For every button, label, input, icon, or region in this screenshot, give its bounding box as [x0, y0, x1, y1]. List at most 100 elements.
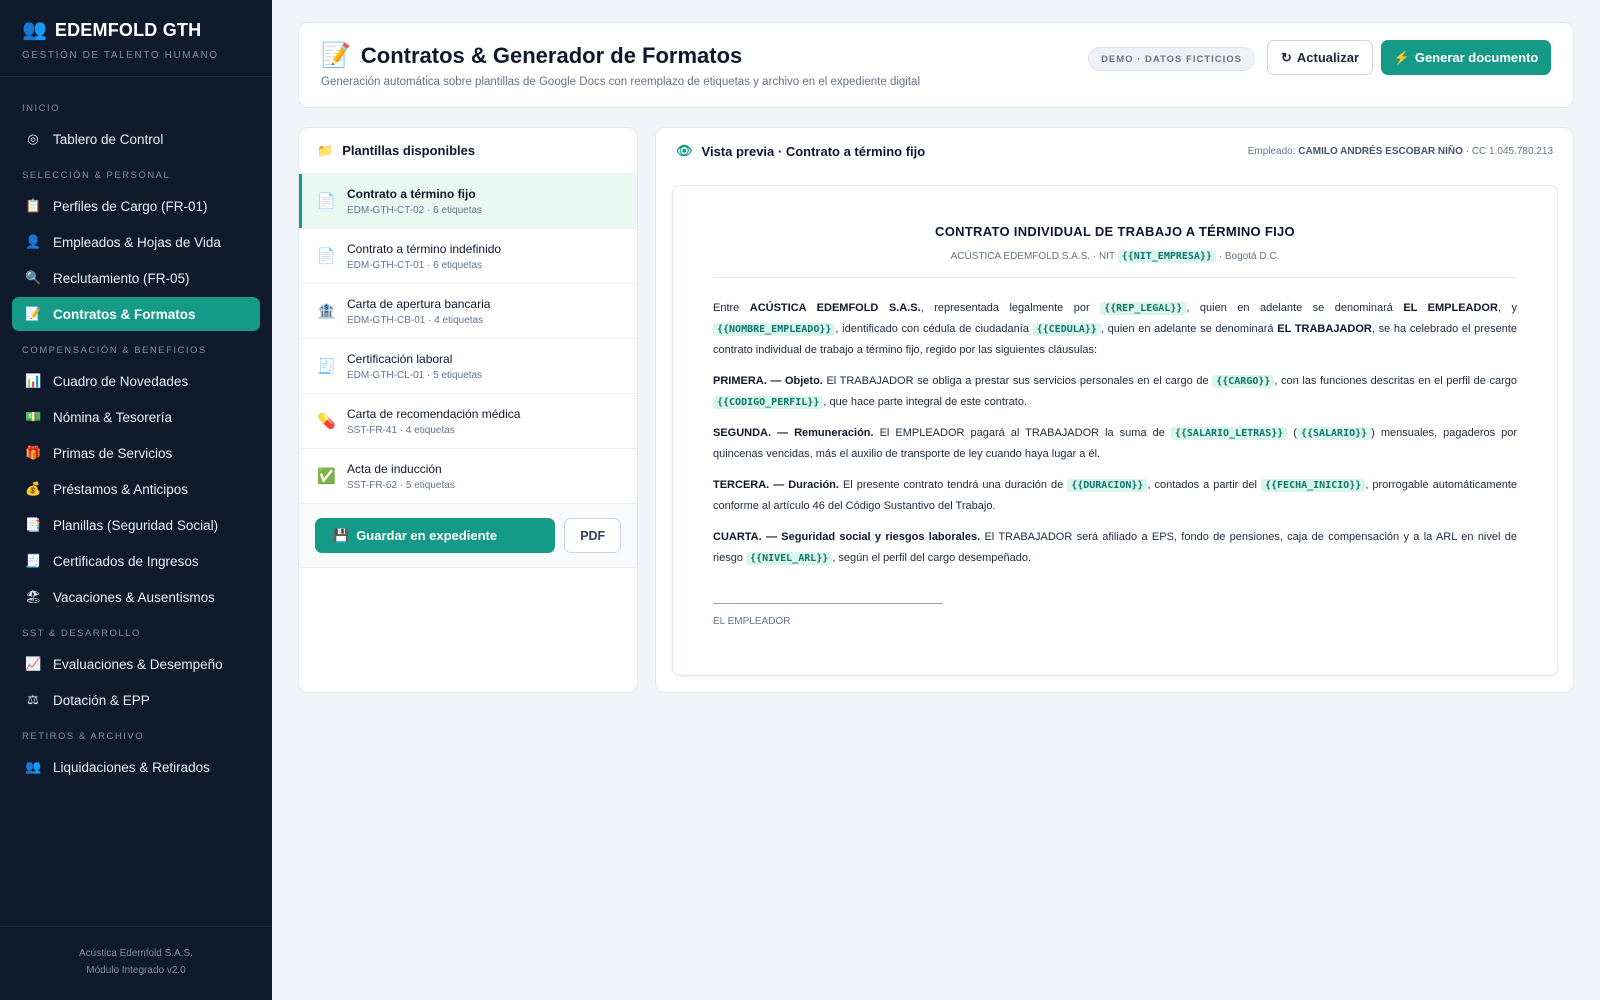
sidebar-item-label: Tablero de Control — [53, 131, 164, 147]
template-name: Carta de recomendación médica — [347, 406, 521, 421]
generate-label: Generar documento — [1414, 50, 1539, 65]
page-subtitle: Generación automática sobre plantillas d… — [321, 76, 920, 88]
employee-name: CAMILO ANDRÉS ESCOBAR NIÑO — [1298, 145, 1463, 157]
sidebar-item-label: Contratos & Formatos — [53, 306, 196, 322]
sidebar-item-nomina[interactable]: 💵 Nómina & Tesorería — [12, 400, 260, 434]
sidebar-item-liquidaciones[interactable]: 👥 Liquidaciones & Retirados — [12, 750, 260, 784]
template-meta: SST-FR-62 · 5 etiquetas — [347, 479, 455, 491]
template-item-carta-bancaria[interactable]: 🏦 Carta de apertura bancaria EDM-GTH-CB-… — [299, 284, 637, 339]
search-icon: 🔍 — [25, 270, 42, 285]
sidebar-item-label: Perfiles de Cargo (FR-01) — [53, 198, 208, 214]
clause-segunda: SEGUNDA. — Remuneración. El EMPLEADOR pa… — [713, 427, 1518, 460]
template-meta: EDM-GTH-CT-01 · 6 etiquetas — [347, 259, 483, 271]
template-name: Certificación laboral — [347, 351, 453, 366]
tag-duracion: {{DURACION}} — [1067, 479, 1148, 492]
money-bag-icon: 💰 — [25, 481, 42, 496]
city-line: · Bogotá D.C. — [1218, 251, 1280, 262]
template-name: Acta de inducción — [347, 461, 442, 476]
sidebar-item-reclutamiento[interactable]: 🔍 Reclutamiento (FR-05) — [12, 261, 260, 295]
tag-cargo: {{CARGO}} — [1212, 375, 1275, 388]
template-item-contrato-fijo[interactable]: 📄 Contrato a término fijo EDM-GTH-CT-02 … — [299, 174, 637, 229]
signature-label: EL EMPLEADOR — [713, 616, 791, 627]
tag-salario-letras: {{SALARIO_LETRAS}} — [1170, 427, 1288, 440]
document-subtitle: ACÚSTICA EDEMFOLD S.A.S. · NIT {{NIT_EMP… — [713, 250, 1517, 263]
document-icon: 📄 — [317, 193, 336, 210]
bank-icon: 🏦 — [317, 303, 336, 320]
tag-codigo-perfil: {{CODIGO_PERFIL}} — [713, 396, 824, 409]
sidebar: 👥 EDEMFOLD GTH GESTIÓN DE TALENTO HUMANO… — [0, 0, 272, 1000]
template-item-certificacion-laboral[interactable]: 🧾 Certificación laboral EDM-GTH-CL-01 · … — [299, 339, 637, 394]
check-icon: ✅ — [317, 468, 336, 485]
sidebar-item-vacaciones[interactable]: 🏖 Vacaciones & Ausentismos — [12, 580, 260, 614]
sidebar-item-label: Empleados & Hojas de Vida — [53, 234, 221, 250]
tag-nivel-arl: {{NIVEL_ARL}} — [746, 552, 833, 565]
generate-document-button[interactable]: ⚡ Generar documento — [1381, 40, 1551, 75]
template-meta: SST-FR-41 · 4 etiquetas — [347, 424, 455, 436]
template-meta: EDM-GTH-CL-01 · 5 etiquetas — [347, 369, 483, 381]
sidebar-item-planillas[interactable]: 📑 Planillas (Seguridad Social) — [12, 508, 260, 542]
save-to-file-button[interactable]: 💾 Guardar en expediente — [315, 518, 556, 553]
refresh-label: Actualizar — [1296, 50, 1360, 65]
brand-subtitle: GESTIÓN DE TALENTO HUMANO — [22, 50, 219, 61]
employee-info: Empleado: CAMILO ANDRÉS ESCOBAR NIÑO · C… — [1248, 146, 1553, 157]
refresh-button[interactable]: ↻ Actualizar — [1267, 40, 1373, 75]
clause-primera: PRIMERA. — Objeto. El TRABAJADOR se obli… — [713, 375, 1518, 409]
clause-intro: Entre ACÚSTICA EDEMFOLD S.A.S., represen… — [713, 302, 1517, 356]
template-meta: EDM-GTH-CT-02 · 6 etiquetas — [347, 204, 483, 216]
sidebar-item-contratos[interactable]: 📝 Contratos & Formatos — [12, 297, 260, 331]
sidebar-item-label: Nómina & Tesorería — [53, 409, 173, 425]
employee-id: · CC 1.045.780.213 — [1465, 145, 1553, 157]
page-icon: 📑 — [25, 517, 42, 532]
template-item-recomendacion-medica[interactable]: 💊 Carta de recomendación médica SST-FR-4… — [299, 394, 637, 449]
sidebar-item-label: Primas de Servicios — [53, 445, 173, 461]
sidebar-item-empleados[interactable]: 👤 Empleados & Hojas de Vida — [12, 225, 260, 259]
templates-panel: 📁 Plantillas disponibles 📄 Contrato a té… — [298, 127, 638, 693]
clipboard-icon: 📋 — [25, 198, 42, 213]
template-item-contrato-indefinido[interactable]: 📄 Contrato a término indefinido EDM-GTH-… — [299, 229, 637, 284]
brand-title: EDEMFOLD GTH — [54, 19, 202, 40]
preview-header: 👁 Vista previa · Contrato a término fijo… — [656, 128, 1573, 174]
people-icon: 👥 — [25, 759, 42, 774]
sidebar-footer: Acústica Edemfold S.A.S. Módulo Integrad… — [0, 926, 272, 1000]
template-name: Contrato a término fijo — [347, 186, 476, 201]
demo-badge: DEMO · DATOS FICTICIOS — [1088, 47, 1255, 71]
sidebar-item-label: Planillas (Seguridad Social) — [53, 517, 219, 533]
sidebar-item-evaluaciones[interactable]: 📈 Evaluaciones & Desempeño — [12, 647, 260, 681]
template-name: Carta de apertura bancaria — [347, 296, 491, 311]
memo-icon: 📝 — [25, 306, 42, 321]
pill-icon: 💊 — [317, 413, 336, 430]
scale-icon: ⚖ — [27, 692, 39, 707]
gift-icon: 🎁 — [25, 445, 42, 460]
sidebar-item-prestamos[interactable]: 💰 Préstamos & Anticipos — [12, 472, 260, 506]
sidebar-item-novedades[interactable]: 📊 Cuadro de Novedades — [12, 364, 260, 398]
floppy-disk-icon: 💾 — [333, 527, 350, 543]
trend-up-icon: 📈 — [25, 656, 42, 671]
sidebar-item-label: Vacaciones & Ausentismos — [53, 589, 215, 605]
sidebar-item-perfiles[interactable]: 📋 Perfiles de Cargo (FR-01) — [12, 189, 260, 223]
template-item-acta-induccion[interactable]: ✅ Acta de inducción SST-FR-62 · 5 etique… — [299, 449, 637, 504]
company-line: ACÚSTICA EDEMFOLD S.A.S. · NIT — [950, 251, 1115, 262]
clause-tercera: TERCERA. — Duración. El presente contrat… — [713, 479, 1517, 512]
nav-section-compensacion: COMPENSACIÓN & BENEFICIOS — [22, 345, 207, 356]
preview-panel: 👁 Vista previa · Contrato a término fijo… — [655, 127, 1574, 693]
memo-icon: 📝 — [321, 42, 351, 69]
receipt-icon: 🧾 — [25, 553, 42, 568]
templates-header: 📁 Plantillas disponibles — [299, 128, 637, 174]
footer-company: Acústica Edemfold S.A.S. — [79, 948, 193, 959]
sidebar-item-certificados[interactable]: 🧾 Certificados de Ingresos — [12, 544, 260, 578]
user-icon: 👤 — [25, 234, 42, 249]
sidebar-item-primas[interactable]: 🎁 Primas de Servicios — [12, 436, 260, 470]
sidebar-item-tablero[interactable]: ◎ Tablero de Control — [12, 122, 260, 156]
sidebar-item-dotacion[interactable]: ⚖ Dotación & EPP — [12, 683, 260, 717]
signature-line — [713, 603, 943, 604]
pdf-button[interactable]: PDF — [564, 518, 621, 553]
nav-section-retiros: RETIROS & ARCHIVO — [22, 731, 145, 742]
document-title: CONTRATO INDIVIDUAL DE TRABAJO A TÉRMINO… — [935, 224, 1295, 239]
receipt-icon: 🧾 — [317, 358, 336, 375]
eye-icon: 👁 — [676, 143, 693, 158]
page-header: 📝 Contratos & Generador de Formatos Gene… — [298, 22, 1574, 108]
sidebar-item-label: Dotación & EPP — [53, 692, 150, 708]
template-meta: EDM-GTH-CB-01 · 4 etiquetas — [347, 314, 484, 326]
tag-nit-empresa: {{NIT_EMPRESA}} — [1117, 250, 1216, 263]
sidebar-item-label: Reclutamiento (FR-05) — [53, 270, 190, 286]
